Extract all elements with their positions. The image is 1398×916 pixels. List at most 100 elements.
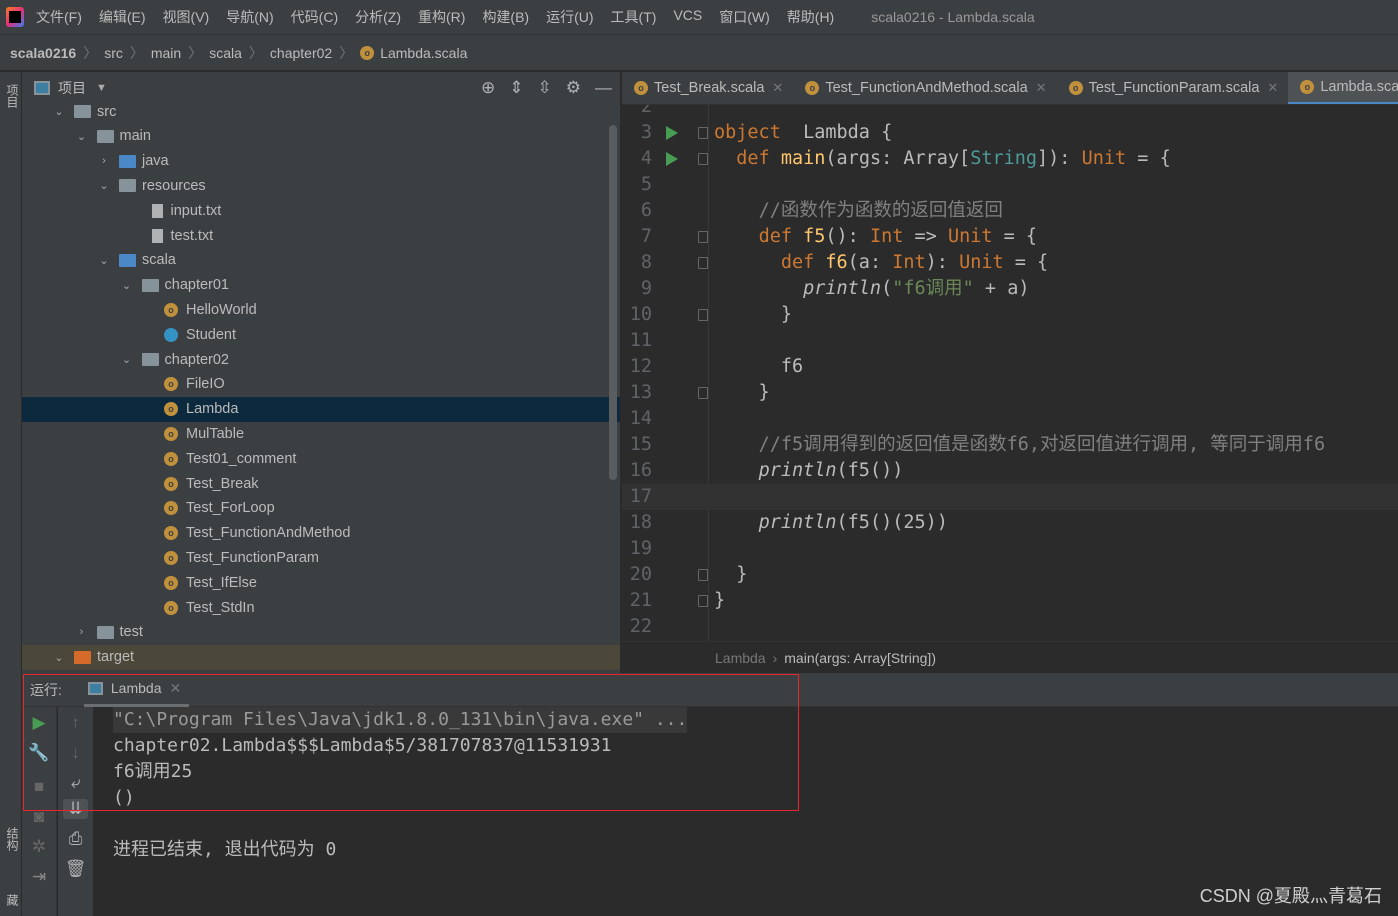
tree-item[interactable]: ⌄ scala	[22, 248, 620, 273]
locate-icon[interactable]: ⊕	[481, 78, 495, 98]
fold-icon[interactable]	[698, 309, 708, 321]
tree-item[interactable]: input.txt	[22, 198, 620, 223]
code-editor[interactable]: 2 3 object Lambda {4 def main(args: Array[…	[622, 105, 1398, 641]
menu-item[interactable]: 视图(V)	[163, 7, 210, 27]
menu-item[interactable]: 帮助(H)	[787, 7, 834, 27]
fold-icon[interactable]	[698, 153, 708, 165]
structure-tool-button[interactable]: 结构	[4, 827, 21, 851]
tree-item-label: MulTable	[186, 425, 245, 442]
fold-icon[interactable]	[698, 569, 708, 581]
fold-icon[interactable]	[698, 387, 708, 399]
tree-item-label: Test_ForLoop	[186, 500, 275, 517]
chevron-right-icon: 〉	[129, 44, 144, 61]
fold-icon[interactable]	[698, 257, 708, 269]
breadcrumb-item[interactable]: src	[104, 45, 123, 61]
tree-item[interactable]: Student	[22, 322, 620, 347]
run-gutter-icon[interactable]	[666, 126, 678, 140]
tree-item[interactable]: ⌄ chapter01	[22, 273, 620, 298]
gear-icon[interactable]: ⚙	[566, 78, 581, 98]
trash-icon[interactable]: 🗑	[65, 859, 87, 879]
editor-tab[interactable]: o Test_FunctionParam.scala ✕	[1057, 72, 1289, 104]
tree-item[interactable]: ⌄ resources	[22, 173, 620, 198]
tree-item[interactable]: o Test_ForLoop	[22, 496, 620, 521]
chevron-down-icon[interactable]: ⌄	[97, 254, 111, 267]
fold-icon[interactable]	[698, 595, 708, 607]
chevron-right-icon: 〉	[188, 44, 203, 61]
tree-item[interactable]: o Test_FunctionAndMethod	[22, 521, 620, 546]
tree-item[interactable]: › java	[22, 149, 620, 174]
fold-icon[interactable]	[698, 127, 708, 139]
chevron-right-icon[interactable]: ›	[75, 626, 89, 638]
fold-icon[interactable]	[698, 231, 708, 243]
tree-item[interactable]: o MulTable	[22, 421, 620, 446]
expand-all-icon[interactable]: ⇕	[509, 78, 523, 98]
tree-item[interactable]: › test	[22, 620, 620, 645]
chevron-down-icon[interactable]: ⌄	[120, 279, 134, 292]
tree-scrollbar[interactable]	[609, 125, 617, 480]
menu-item[interactable]: 分析(Z)	[355, 7, 401, 27]
code-line: 4 def main(args: Array[String]): Unit = …	[622, 146, 1398, 172]
run-gutter-icon[interactable]	[666, 152, 678, 166]
chevron-down-icon[interactable]: ▼	[96, 82, 107, 94]
chevron-down-icon[interactable]: ⌄	[120, 353, 134, 366]
tree-item[interactable]: o Lambda	[22, 396, 620, 422]
editor-tab[interactable]: o Test_Break.scala ✕	[622, 72, 793, 104]
code-token: + a)	[973, 278, 1030, 299]
tree-item[interactable]: test.txt	[22, 223, 620, 248]
tree-item[interactable]: o FileIO	[22, 372, 620, 397]
collapse-all-icon[interactable]: ⇳	[538, 78, 552, 98]
tree-item[interactable]: o Test01_comment	[22, 446, 620, 471]
line-number: 14	[629, 408, 652, 429]
line-number: 11	[629, 330, 652, 351]
breadcrumb-item[interactable]: Lambda.scala	[380, 45, 467, 61]
exit-icon[interactable]: ⇥	[32, 867, 46, 887]
chevron-down-icon[interactable]: ⌄	[52, 651, 66, 664]
code-line: 20 }	[622, 562, 1398, 588]
menu-item[interactable]: 构建(B)	[482, 7, 529, 27]
breadcrumb-item[interactable]: main	[151, 45, 181, 61]
editor-tab[interactable]: o Lambda.scala	[1288, 72, 1398, 104]
code-token: }	[714, 564, 748, 585]
tree-item[interactable]: o Test_StdIn	[22, 595, 620, 620]
menu-item[interactable]: VCS	[673, 7, 702, 27]
close-icon[interactable]: ✕	[1267, 80, 1278, 96]
chevron-down-icon[interactable]: ⌄	[97, 179, 111, 192]
menu-item[interactable]: 导航(N)	[226, 7, 273, 27]
breadcrumb-item[interactable]: scala	[209, 45, 242, 61]
tree-item[interactable]: o HelloWorld	[22, 297, 620, 322]
chevron-down-icon[interactable]: ⌄	[52, 105, 66, 118]
chevron-right-icon[interactable]: ›	[97, 155, 111, 167]
project-tool-button[interactable]: 项目	[4, 84, 21, 108]
tree-item[interactable]: o Test_IfElse	[22, 570, 620, 595]
crumb-method[interactable]: main(args: Array[String])	[784, 650, 936, 666]
editor-tab[interactable]: o Test_FunctionAndMethod.scala ✕	[793, 72, 1056, 104]
tree-item[interactable]: ⌄ target	[22, 644, 620, 670]
settings-icon[interactable]: ✲	[32, 837, 46, 857]
tree-item[interactable]: ⌄ chapter02	[22, 347, 620, 372]
tree-item[interactable]: ⌄ main	[22, 124, 620, 149]
close-icon[interactable]: ✕	[1036, 80, 1047, 96]
folder-icon	[74, 105, 91, 118]
close-icon[interactable]: ✕	[772, 80, 783, 96]
menu-item[interactable]: 文件(F)	[36, 7, 82, 27]
chevron-down-icon[interactable]: ⌄	[75, 130, 89, 143]
tree-item[interactable]: ⌄ src	[22, 100, 620, 124]
tab-label: Test_FunctionAndMethod.scala	[825, 80, 1028, 96]
menu-item[interactable]: 窗口(W)	[719, 7, 770, 27]
tree-item[interactable]: o Test_Break	[22, 471, 620, 496]
print-icon[interactable]: ⎙	[69, 829, 83, 849]
breadcrumb-item[interactable]: scala0216	[10, 45, 76, 61]
menu-item[interactable]: 代码(C)	[291, 7, 338, 27]
menu-item[interactable]: 运行(U)	[546, 7, 593, 27]
breadcrumb-item[interactable]: chapter02	[270, 45, 332, 61]
project-view-title[interactable]: 项目	[58, 78, 86, 98]
tree-item[interactable]: o Test_FunctionParam	[22, 545, 620, 570]
menu-item[interactable]: 重构(R)	[418, 7, 465, 27]
menu-item[interactable]: 编辑(E)	[99, 7, 146, 27]
code-line: 14	[622, 406, 1398, 432]
tree-item-label: Test_StdIn	[186, 599, 255, 616]
crumb-object[interactable]: Lambda	[715, 650, 766, 666]
menu-item[interactable]: 工具(T)	[611, 7, 657, 27]
tree-item-label: chapter02	[164, 351, 230, 368]
minimize-icon[interactable]: —	[595, 78, 612, 98]
